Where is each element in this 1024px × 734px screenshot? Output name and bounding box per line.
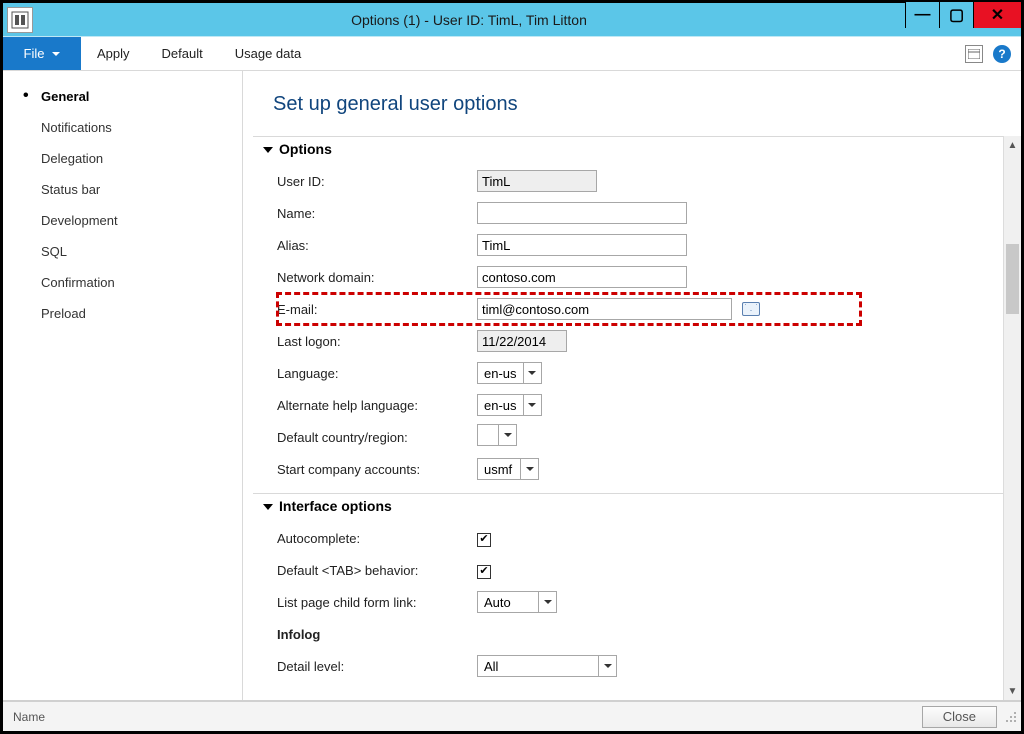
menubar: File Apply Default Usage data ? [3, 37, 1021, 71]
section-options-body: User ID: Name: Alias: Network domain: [253, 163, 1021, 493]
maximize-button[interactable]: ▢ [939, 2, 973, 28]
menu-usage-data[interactable]: Usage data [219, 46, 318, 61]
label-default-tab: Default <TAB> behavior: [277, 563, 477, 578]
label-default-country: Default country/region: [277, 430, 477, 445]
scroll-track[interactable] [1004, 154, 1021, 682]
row-user-id: User ID: [277, 165, 1021, 197]
field-list-page-link[interactable]: Auto [477, 591, 557, 613]
caret-down-icon [263, 504, 273, 510]
field-last-logon [477, 330, 567, 352]
field-name[interactable] [477, 202, 687, 224]
field-detail-level[interactable]: All [477, 655, 617, 677]
row-email: E-mail: [277, 293, 861, 325]
vertical-scrollbar[interactable]: ▲ ▼ [1003, 136, 1021, 700]
label-start-company: Start company accounts: [277, 462, 477, 477]
scroll-up-icon[interactable]: ▲ [1004, 136, 1021, 154]
chevron-down-icon [523, 363, 541, 383]
scroll-down-icon[interactable]: ▼ [1004, 682, 1021, 700]
label-list-page-link: List page child form link: [277, 595, 477, 610]
section-options-header[interactable]: Options [253, 136, 1021, 163]
email-icon[interactable] [742, 302, 760, 316]
row-alt-help-language: Alternate help language: en-us [277, 389, 1021, 421]
section-interface-body: Autocomplete: ✔ Default <TAB> behavior: … [253, 520, 1021, 690]
label-infolog: Infolog [277, 627, 477, 642]
row-network-domain: Network domain: [277, 261, 1021, 293]
row-language: Language: en-us [277, 357, 1021, 389]
label-alias: Alias: [277, 238, 477, 253]
chevron-down-icon [520, 459, 538, 479]
row-name: Name: [277, 197, 1021, 229]
menu-apply[interactable]: Apply [81, 46, 146, 61]
sidebar-item-notifications[interactable]: Notifications [3, 112, 242, 143]
chevron-down-icon [523, 395, 541, 415]
app-icon [7, 7, 33, 33]
field-autocomplete[interactable]: ✔ [477, 533, 491, 547]
file-menu[interactable]: File [3, 37, 81, 70]
sidebar: General Notifications Delegation Status … [3, 71, 243, 700]
menu-default[interactable]: Default [146, 46, 219, 61]
row-list-page-link: List page child form link: Auto [277, 586, 1021, 618]
content-area: Set up general user options Options User… [243, 71, 1021, 700]
sidebar-item-development[interactable]: Development [3, 205, 242, 236]
row-default-country: Default country/region: [277, 421, 1021, 453]
close-button[interactable]: Close [922, 706, 997, 728]
label-network-domain: Network domain: [277, 270, 477, 285]
row-default-tab: Default <TAB> behavior: ✔ [277, 554, 1021, 586]
label-autocomplete: Autocomplete: [277, 531, 477, 546]
sidebar-item-sql[interactable]: SQL [3, 236, 242, 267]
section-interface-title: Interface options [279, 498, 392, 514]
chevron-down-icon [498, 425, 516, 445]
form-scroll-area: Options User ID: Name: Alias: [243, 136, 1021, 700]
sidebar-item-confirmation[interactable]: Confirmation [3, 267, 242, 298]
field-user-id [477, 170, 597, 192]
scroll-thumb[interactable] [1006, 244, 1019, 314]
view-icon[interactable] [965, 45, 983, 63]
sidebar-item-delegation[interactable]: Delegation [3, 143, 242, 174]
sidebar-item-general[interactable]: General [3, 81, 242, 112]
field-email[interactable] [477, 298, 732, 320]
section-interface-header[interactable]: Interface options [253, 493, 1021, 520]
section-options-title: Options [279, 141, 332, 157]
resize-grip-icon[interactable] [1003, 709, 1019, 725]
minimize-button[interactable]: — [905, 2, 939, 28]
caret-down-icon [263, 147, 273, 153]
page-title: Set up general user options [243, 71, 1021, 136]
label-name: Name: [277, 206, 477, 221]
field-default-country[interactable] [477, 424, 517, 446]
row-last-logon: Last logon: [277, 325, 1021, 357]
chevron-down-icon [598, 656, 616, 676]
label-language: Language: [277, 366, 477, 381]
window-close-button[interactable]: ✕ [973, 2, 1021, 28]
sidebar-item-preload[interactable]: Preload [3, 298, 242, 329]
row-start-company: Start company accounts: usmf [277, 453, 1021, 485]
row-alias: Alias: [277, 229, 1021, 261]
row-infolog-heading: Infolog [277, 618, 1021, 650]
chevron-down-icon [52, 52, 60, 56]
sidebar-item-statusbar[interactable]: Status bar [3, 174, 242, 205]
row-detail-level: Detail level: All [277, 650, 1021, 682]
field-default-tab[interactable]: ✔ [477, 565, 491, 579]
field-start-company[interactable]: usmf [477, 458, 539, 480]
label-user-id: User ID: [277, 174, 477, 189]
row-autocomplete: Autocomplete: ✔ [277, 522, 1021, 554]
field-language[interactable]: en-us [477, 362, 542, 384]
body: General Notifications Delegation Status … [3, 71, 1021, 701]
file-menu-label: File [24, 46, 45, 61]
titlebar: Options (1) - User ID: TimL, Tim Litton … [3, 3, 1021, 37]
field-alias[interactable] [477, 234, 687, 256]
window-title: Options (1) - User ID: TimL, Tim Litton [33, 12, 905, 28]
field-network-domain[interactable] [477, 266, 687, 288]
statusbar-label: Name [13, 710, 45, 724]
window-buttons: — ▢ ✕ [905, 3, 1021, 36]
options-window: Options (1) - User ID: TimL, Tim Litton … [0, 0, 1024, 734]
statusbar: Name Close [3, 701, 1021, 731]
label-detail-level: Detail level: [277, 659, 477, 674]
label-alt-help-language: Alternate help language: [277, 398, 477, 413]
label-last-logon: Last logon: [277, 334, 477, 349]
help-icon[interactable]: ? [993, 45, 1011, 63]
label-email: E-mail: [277, 302, 477, 317]
chevron-down-icon [538, 592, 556, 612]
field-alt-help-language[interactable]: en-us [477, 394, 542, 416]
